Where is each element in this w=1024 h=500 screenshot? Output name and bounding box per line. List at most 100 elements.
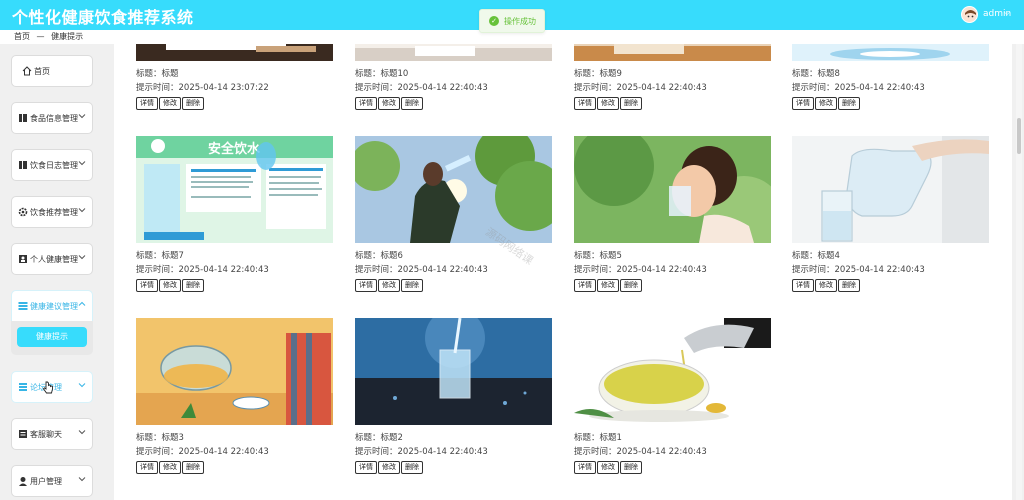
tip-actions: 详情 修改 删除 [136, 461, 205, 474]
delete-button[interactable]: 删除 [838, 279, 860, 292]
tip-actions: 详情 修改 删除 [574, 279, 643, 292]
sidebar-item-label: 食品信息管理 [30, 114, 78, 123]
sidebar-item-label: 首页 [34, 67, 50, 76]
detail-button[interactable]: 详情 [355, 461, 377, 474]
tip-time: 提示时间：2025-04-14 22:40:43 [574, 447, 707, 457]
sidebar-item-health-advice[interactable]: 健康建议管理 [11, 290, 93, 322]
scrollbar-track[interactable] [1016, 44, 1022, 500]
tip-time: 提示时间：2025-04-14 22:40:43 [574, 265, 707, 275]
user-icon [18, 476, 28, 486]
delete-button[interactable]: 删除 [620, 279, 642, 292]
submenu-item-health-tips[interactable]: 健康提示 [17, 327, 87, 347]
detail-button[interactable]: 详情 [355, 279, 377, 292]
breadcrumb-current: 健康提示 [51, 32, 84, 41]
delete-button[interactable]: 删除 [401, 279, 423, 292]
sidebar-item-user-management[interactable]: 用户管理 [11, 465, 93, 497]
detail-button[interactable]: 详情 [355, 97, 377, 110]
tip-image[interactable] [574, 136, 771, 243]
user-dropdown-icon[interactable]: ⌵ [1004, 8, 1010, 18]
delete-button[interactable]: 删除 [182, 97, 204, 110]
sidebar-item-customer-chat[interactable]: 客服聊天 [11, 418, 93, 450]
tip-title: 标题：标题7 [136, 251, 184, 261]
tip-title: 标题：标题 [136, 69, 179, 79]
chevron-down-icon [78, 255, 86, 260]
sidebar-item-home[interactable]: 首页 [11, 55, 93, 87]
tip-image[interactable] [355, 318, 552, 425]
person-icon [18, 254, 28, 264]
scrollbar-thumb[interactable] [1017, 118, 1021, 154]
toast-message: 操作成功 [504, 17, 536, 26]
detail-button[interactable]: 详情 [136, 279, 158, 292]
grid-icon [18, 160, 28, 170]
delete-button[interactable]: 删除 [401, 461, 423, 474]
sidebar-item-food-info[interactable]: 食品信息管理 [11, 102, 93, 134]
sidebar-item-diet-recommend[interactable]: 饮食推荐管理 [11, 196, 93, 228]
detail-button[interactable]: 详情 [792, 97, 814, 110]
sidebar-item-label: 健康建议管理 [30, 302, 78, 311]
edit-button[interactable]: 修改 [159, 97, 181, 110]
delete-button[interactable]: 删除 [838, 97, 860, 110]
poster-title: 安全饮水 [208, 141, 261, 157]
edit-button[interactable]: 修改 [815, 97, 837, 110]
tip-title: 标题：标题3 [136, 433, 184, 443]
edit-button[interactable]: 修改 [159, 279, 181, 292]
tip-time: 提示时间：2025-04-14 22:40:43 [136, 265, 269, 275]
tip-image[interactable] [355, 136, 552, 243]
tip-time: 提示时间：2025-04-14 22:40:43 [574, 83, 707, 93]
tip-image[interactable] [792, 136, 989, 243]
edit-button[interactable]: 修改 [378, 279, 400, 292]
breadcrumb-home[interactable]: 首页 [14, 31, 30, 42]
tip-actions: 详情 修改 删除 [355, 279, 424, 292]
detail-button[interactable]: 详情 [574, 461, 596, 474]
tip-time: 提示时间：2025-04-14 22:40:43 [355, 265, 488, 275]
delete-button[interactable]: 删除 [182, 461, 204, 474]
tip-title: 标题：标题9 [574, 69, 622, 79]
grid-icon [18, 113, 28, 123]
sidebar-item-personal-health[interactable]: 个人健康管理 [11, 243, 93, 275]
detail-button[interactable]: 详情 [136, 97, 158, 110]
detail-button[interactable]: 详情 [574, 97, 596, 110]
health-advice-submenu: 健康提示 [11, 321, 93, 355]
tip-image[interactable] [136, 318, 333, 425]
delete-button[interactable]: 删除 [401, 97, 423, 110]
tip-time: 提示时间：2025-04-14 22:40:43 [355, 83, 488, 93]
edit-button[interactable]: 修改 [815, 279, 837, 292]
user-avatar[interactable] [961, 6, 978, 23]
tip-title: 标题：标题8 [792, 69, 840, 79]
tip-image[interactable] [574, 318, 771, 425]
delete-button[interactable]: 删除 [620, 97, 642, 110]
delete-button[interactable]: 删除 [182, 279, 204, 292]
edit-button[interactable]: 修改 [597, 97, 619, 110]
app-title: 个性化健康饮食推荐系统 [12, 8, 194, 27]
tip-title: 标题：标题6 [355, 251, 403, 261]
tip-time: 提示时间：2025-04-14 22:40:43 [355, 447, 488, 457]
tip-actions: 详情 修改 删除 [792, 279, 861, 292]
edit-button[interactable]: 修改 [597, 461, 619, 474]
chevron-down-icon [78, 114, 86, 119]
chevron-down-icon [78, 161, 86, 166]
edit-button[interactable]: 修改 [378, 461, 400, 474]
detail-button[interactable]: 详情 [136, 461, 158, 474]
tip-time: 提示时间：2025-04-14 22:40:43 [792, 265, 925, 275]
tip-actions: 详情 修改 删除 [574, 97, 643, 110]
sidebar-item-label: 客服聊天 [30, 430, 62, 439]
success-toast: ✓ 操作成功 [479, 9, 545, 33]
list-icon [18, 301, 28, 311]
tip-title: 标题：标题2 [355, 433, 403, 443]
detail-button[interactable]: 详情 [574, 279, 596, 292]
breadcrumb: 首页 — 健康提示 [14, 31, 83, 43]
detail-button[interactable]: 详情 [792, 279, 814, 292]
tip-title: 标题：标题4 [792, 251, 840, 261]
delete-button[interactable]: 删除 [620, 461, 642, 474]
tip-time: 提示时间：2025-04-14 22:40:43 [792, 83, 925, 93]
edit-button[interactable]: 修改 [159, 461, 181, 474]
edit-button[interactable]: 修改 [378, 97, 400, 110]
grid-icon [18, 382, 28, 392]
chevron-down-icon [78, 208, 86, 213]
sidebar-item-diet-log[interactable]: 饮食日志管理 [11, 149, 93, 181]
tip-time: 提示时间：2025-04-14 23:07:22 [136, 83, 269, 93]
tip-image[interactable]: 安全饮水 [136, 136, 333, 243]
sidebar-item-label: 饮食日志管理 [30, 161, 78, 170]
chevron-down-icon [78, 430, 86, 435]
edit-button[interactable]: 修改 [597, 279, 619, 292]
